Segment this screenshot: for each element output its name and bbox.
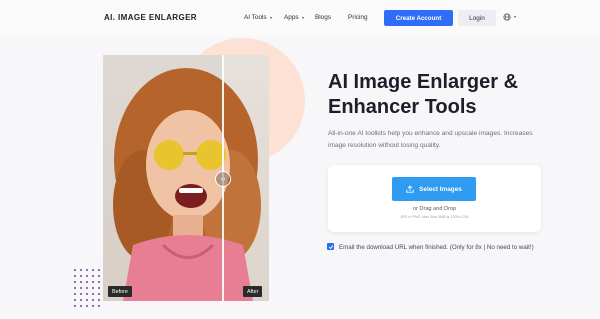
login-button[interactable]: Login [458,10,496,26]
select-images-button[interactable]: Select Images [392,177,476,201]
language-selector[interactable] [503,13,516,21]
upload-icon [406,185,414,193]
page-subtitle: All-in-one AI toolkits help you enhance … [328,130,533,149]
site-logo[interactable]: AI. IMAGE ENLARGER [104,13,197,22]
checkmark-icon [328,244,333,249]
nav-blogs[interactable]: Blogs [315,14,331,21]
select-images-label: Select Images [419,185,462,193]
decorative-dot-grid [74,269,104,313]
email-option-label[interactable]: Email the download URL when finished. (O… [339,242,534,253]
email-option-row: Email the download URL when finished. (O… [327,242,547,253]
nav-apps-label: Apps [284,14,299,21]
create-account-button[interactable]: Create Account [384,10,453,26]
portrait-illustration [113,68,261,301]
email-url-checkbox[interactable] [327,243,334,250]
nav-pricing-label: Pricing [348,14,368,21]
top-nav-bar: AI. IMAGE ENLARGER AI Tools Apps Blogs P… [0,0,600,36]
upload-dropzone[interactable]: Select Images or Drag and Drop JPG or PN… [328,165,541,232]
nav-apps[interactable]: Apps [284,14,304,21]
page-title: AI Image Enlarger & Enhancer Tools [328,71,519,118]
nav-pricing[interactable]: Pricing [348,14,368,21]
before-label: Before [108,286,132,297]
comparison-drag-handle-icon[interactable]: ‹› [215,171,231,187]
chevron-down-icon [269,16,272,19]
file-requirements-hint: JPG or PNG. Max Size 5MB or 1200×1200 [400,215,469,219]
before-after-comparison: ‹› Before After [103,55,269,301]
drag-drop-text: or Drag and Drop [412,206,457,212]
nav-blogs-label: Blogs [315,14,331,21]
chevron-down-icon [514,16,516,18]
after-label: After [243,286,263,297]
globe-icon [503,13,511,21]
chevron-down-icon [301,16,304,19]
nav-ai-tools[interactable]: AI Tools [244,14,272,21]
nav-ai-tools-label: AI Tools [244,14,267,21]
